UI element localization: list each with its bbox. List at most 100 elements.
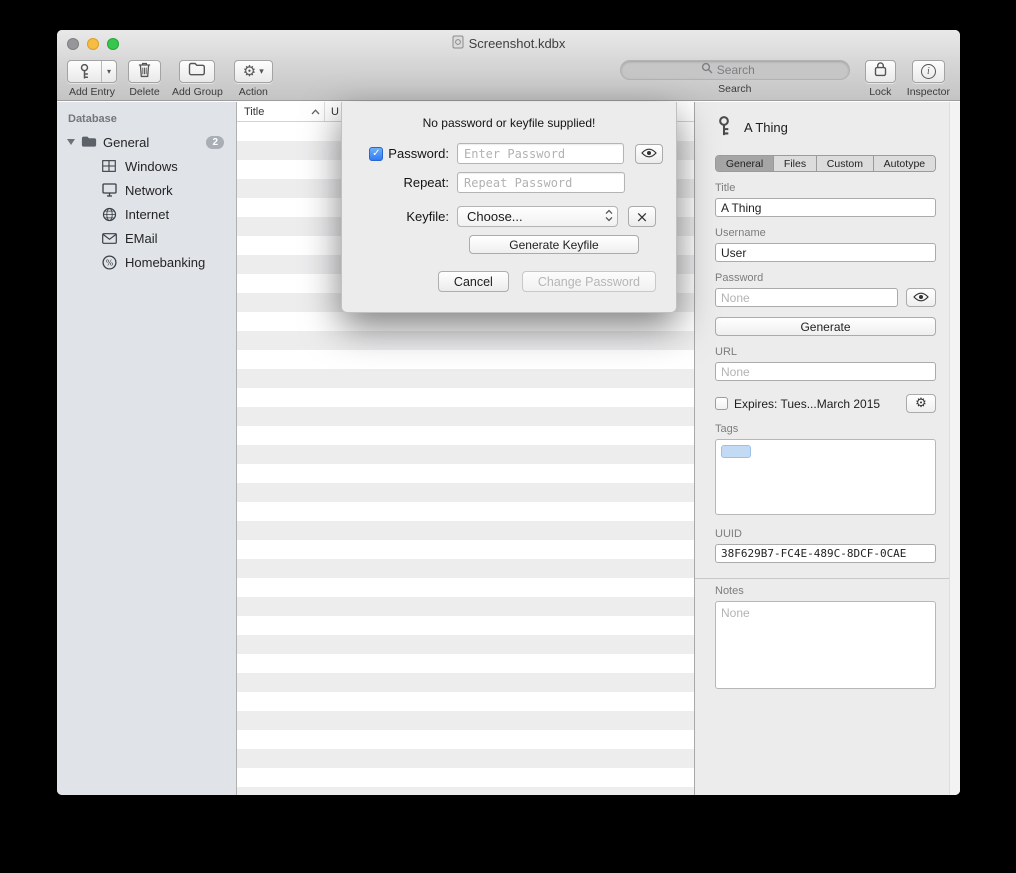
sidebar-item-label: General	[103, 135, 200, 150]
uuid-field-label: UUID	[715, 528, 936, 540]
password-field[interactable]	[715, 288, 898, 307]
close-button[interactable]	[67, 38, 79, 50]
keyfile-label: Keyfile:	[406, 209, 449, 224]
chevron-down-icon: ▾	[259, 67, 264, 77]
repeat-label: Repeat:	[403, 175, 449, 190]
clear-keyfile-button[interactable]: ×	[628, 206, 656, 227]
sidebar-item-general[interactable]: General 2	[57, 130, 236, 154]
search-input[interactable]	[717, 63, 769, 77]
column-header-title[interactable]: Title	[237, 102, 325, 121]
dialog-buttons: Cancel Change Password	[362, 271, 656, 292]
windows-icon	[101, 160, 117, 172]
window-title-text: Screenshot.kdbx	[469, 36, 566, 51]
globe-icon	[101, 207, 117, 222]
inspector-tabs: General Files Custom Autotype	[715, 155, 936, 172]
delete-item: Delete	[128, 60, 161, 98]
sidebar-item-internet[interactable]: Internet	[57, 202, 236, 226]
inspector-content: A Thing General Files Custom Autotype Ti…	[695, 102, 949, 795]
search-item: Search	[620, 60, 850, 95]
sort-ascending-icon	[311, 106, 320, 118]
lock-button[interactable]	[865, 60, 896, 83]
add-entry-dropdown-arrow[interactable]: ▾	[101, 61, 116, 82]
uuid-field[interactable]	[715, 544, 936, 563]
title-field[interactable]	[715, 198, 936, 217]
dialog-password-input[interactable]	[457, 143, 624, 164]
dialog-repeat-input[interactable]	[457, 172, 625, 193]
username-field-label: Username	[715, 227, 936, 239]
sidebar-item-label: Network	[125, 183, 173, 198]
lock-item: Lock	[865, 60, 896, 98]
password-field-label: Password	[715, 272, 936, 284]
add-group-label: Add Group	[172, 86, 223, 98]
inspector-item: i Inspector	[907, 60, 950, 98]
password-checkbox[interactable]: ✓	[369, 147, 383, 161]
search-icon	[701, 61, 713, 79]
cancel-button[interactable]: Cancel	[438, 271, 509, 292]
trash-icon	[137, 61, 152, 83]
notes-field[interactable]	[715, 601, 936, 689]
sidebar-section-header: Database	[57, 110, 236, 130]
expires-checkbox[interactable]	[715, 397, 728, 410]
sidebar-item-email[interactable]: EMail	[57, 226, 236, 250]
sidebar-item-homebanking[interactable]: % Homebanking	[57, 250, 236, 274]
document-icon	[452, 35, 464, 52]
add-group-button[interactable]	[179, 60, 215, 83]
tab-custom[interactable]: Custom	[816, 156, 873, 171]
sidebar-item-label: Homebanking	[125, 255, 205, 270]
sidebar-item-label: EMail	[125, 231, 158, 246]
tab-general[interactable]: General	[716, 156, 773, 171]
tab-files[interactable]: Files	[773, 156, 816, 171]
tag-token[interactable]	[721, 445, 751, 458]
app-window: Screenshot.kdbx ▾ Add Entry Delete	[57, 30, 960, 795]
gear-icon: ⚙	[915, 397, 927, 410]
disclosure-triangle-icon[interactable]	[67, 139, 75, 145]
search-field[interactable]	[620, 60, 850, 80]
generate-keyfile-button[interactable]: Generate Keyfile	[469, 235, 639, 254]
notes-field-label: Notes	[715, 585, 936, 597]
expires-row: Expires: Tues...March 2015 ⚙	[715, 394, 936, 413]
title-field-label: Title	[715, 182, 936, 194]
zoom-button[interactable]	[107, 38, 119, 50]
add-entry-button[interactable]: ▾	[67, 60, 117, 83]
change-password-dialog: No password or keyfile supplied! ✓ Passw…	[341, 102, 677, 313]
inspector-panel: A Thing General Files Custom Autotype Ti…	[694, 102, 960, 795]
sidebar-item-label: Internet	[125, 207, 169, 222]
tags-field[interactable]	[715, 439, 936, 515]
inspector-scrollbar[interactable]	[949, 102, 960, 795]
notes-section: Notes	[695, 578, 949, 692]
lock-icon	[874, 61, 887, 82]
change-password-button[interactable]: Change Password	[522, 271, 656, 292]
keyfile-row: Keyfile: Choose... ×	[362, 206, 656, 227]
minimize-button[interactable]	[87, 38, 99, 50]
delete-button[interactable]	[128, 60, 161, 83]
lock-label: Lock	[869, 86, 891, 98]
keyfile-popup-button[interactable]: Choose...	[457, 206, 618, 227]
add-entry-label: Add Entry	[69, 86, 115, 98]
gear-icon: ⚙	[243, 64, 256, 79]
monitor-icon	[101, 183, 117, 197]
sidebar-item-network[interactable]: Network	[57, 178, 236, 202]
titlebar[interactable]: Screenshot.kdbx	[57, 30, 960, 57]
sidebar-item-windows[interactable]: Windows	[57, 154, 236, 178]
info-icon: i	[921, 64, 936, 79]
sidebar: Database General 2 Windows Network	[57, 102, 237, 795]
action-item: ⚙ ▾ Action	[234, 60, 273, 98]
sidebar-item-label: Windows	[125, 159, 178, 174]
delete-label: Delete	[129, 86, 159, 98]
tab-autotype[interactable]: Autotype	[873, 156, 935, 171]
eye-icon	[641, 145, 657, 163]
entry-title-text: A Thing	[744, 120, 788, 135]
generate-password-button[interactable]: Generate	[715, 317, 936, 336]
repeat-row: Repeat:	[362, 172, 656, 193]
expires-settings-button[interactable]: ⚙	[906, 394, 936, 413]
entry-count-badge: 2	[206, 136, 224, 149]
entry-header: A Thing	[715, 115, 936, 140]
eye-icon	[913, 291, 929, 305]
inspector-button[interactable]: i	[912, 60, 945, 83]
dialog-reveal-password-button[interactable]	[635, 144, 663, 164]
url-field[interactable]	[715, 362, 936, 381]
reveal-password-button[interactable]	[906, 288, 936, 307]
action-button[interactable]: ⚙ ▾	[234, 60, 273, 83]
toolbar: ▾ Add Entry Delete Add Group ⚙ ▾	[57, 57, 960, 101]
username-field[interactable]	[715, 243, 936, 262]
